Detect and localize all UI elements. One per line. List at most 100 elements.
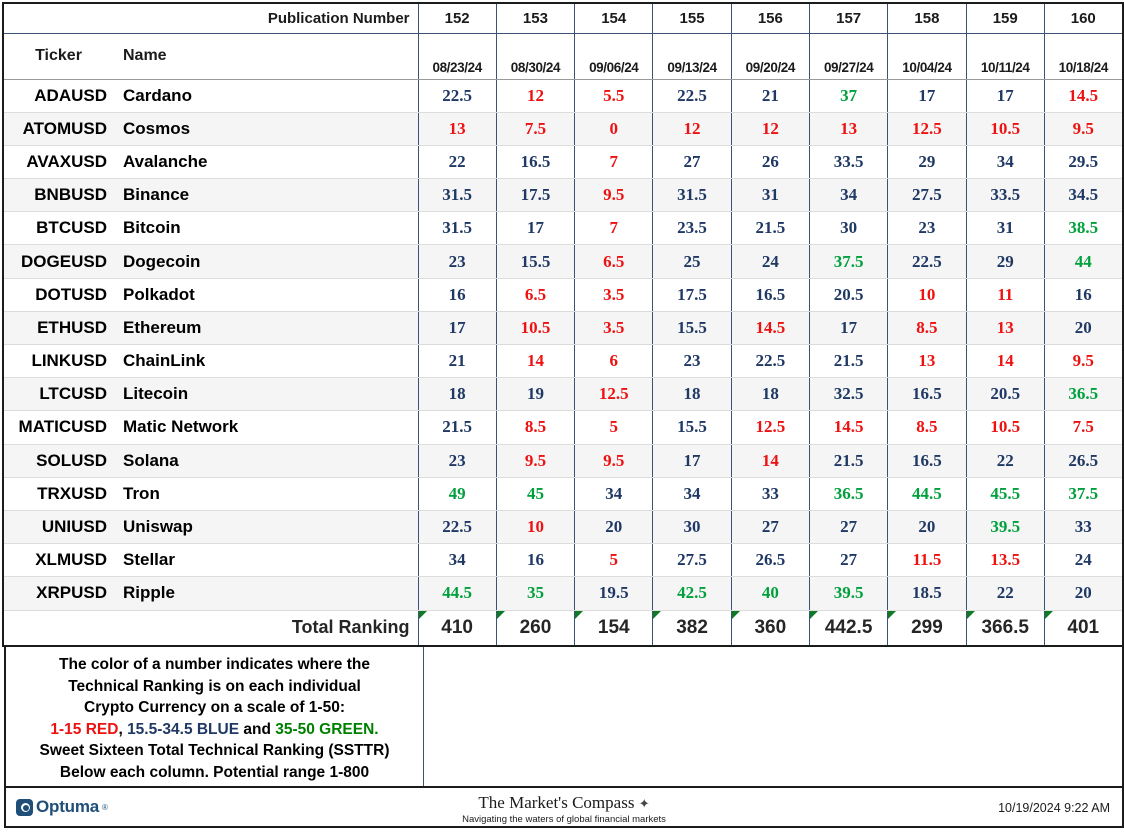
ranking-cell: 16.5	[731, 278, 810, 312]
ranking-cell: 15.5	[652, 311, 732, 346]
ranking-cell: 5	[574, 543, 654, 578]
name-cell: Tron	[113, 477, 419, 511]
ranking-cell: 27.5	[652, 543, 732, 578]
ranking-cell: 38.5	[1044, 211, 1123, 246]
table-row: TRXUSD Tron 49 45 34 34 33 36.5 44.5 45.5 37.5	[3, 477, 1123, 511]
ranking-cell: 10.5	[966, 410, 1045, 445]
ranking-cell: 16	[418, 278, 497, 312]
ranking-cell: 16	[496, 543, 576, 578]
ranking-cell: 17	[966, 79, 1045, 113]
legend-line-6: Below each column. Potential range 1-800	[59, 763, 370, 781]
note-corner-icon	[888, 610, 897, 619]
note-corner-icon	[496, 610, 505, 619]
page-footer: Optuma ® The Market's Compass ✦ Navigatin…	[4, 788, 1124, 828]
ranking-cell: 26.5	[731, 543, 810, 578]
ranking-cell: 45	[496, 477, 576, 511]
legend-red-range: 1-15 RED	[50, 720, 119, 738]
ranking-cell: 39.5	[966, 510, 1045, 545]
date-column-header: 10/04/24	[887, 32, 967, 80]
ranking-cell: 15.5	[652, 410, 732, 445]
total-ranking-cell: 299	[887, 609, 967, 647]
ranking-cell: 21.5	[731, 211, 810, 246]
ranking-cell: 27	[731, 510, 810, 545]
table-row: XLMUSD Stellar 34 16 5 27.5 26.5 27 11.5 13.5 24	[3, 543, 1123, 578]
ranking-cell: 14.5	[809, 410, 889, 445]
total-ranking-cell: 442.5	[809, 609, 889, 647]
ranking-cell: 10	[887, 278, 967, 312]
ranking-cell: 23.5	[652, 211, 732, 246]
name-cell: Litecoin	[113, 377, 419, 412]
ranking-cell: 22	[966, 576, 1045, 611]
ranking-cell: 33.5	[966, 178, 1045, 213]
table-header: Publication Number 152 153 154 155 156 1…	[3, 3, 1123, 80]
total-ranking-value: 299	[911, 616, 943, 638]
ranking-cell: 11.5	[887, 543, 967, 578]
total-ranking-value: 366.5	[981, 616, 1029, 638]
ticker-cell: ATOMUSD	[3, 112, 113, 146]
legend-line-5: Sweet Sixteen Total Technical Ranking (S…	[39, 742, 390, 759]
ranking-cell: 27	[652, 145, 732, 180]
ranking-cell: 21.5	[809, 344, 889, 379]
total-ranking-cell: 401	[1044, 609, 1123, 647]
ranking-cell: 26	[731, 145, 810, 180]
total-ranking-value: 260	[519, 616, 552, 638]
ranking-cell: 20.5	[966, 377, 1045, 412]
ranking-cell: 12	[496, 79, 576, 113]
table-row: LINKUSD ChainLink 21 14 6 23 22.5 21.5 13 14 9.5	[3, 344, 1123, 379]
ranking-cell: 13	[887, 344, 967, 379]
total-ranking-value: 442.5	[824, 616, 873, 638]
ranking-cell: 24	[1044, 543, 1123, 578]
ranking-cell: 31.5	[418, 211, 497, 246]
ranking-cell: 12.5	[887, 112, 967, 146]
legend-line-3: Crypto Currency on a scale of 1-50:	[84, 699, 345, 716]
table-row: AVAXUSD Avalanche 22 16.5 7 27 26 33.5 29 34 29.5	[3, 145, 1123, 180]
ranking-cell: 16	[1044, 278, 1123, 312]
ranking-cell: 13	[809, 112, 889, 146]
ranking-cell: 17	[809, 311, 889, 346]
ranking-cell: 21.5	[418, 410, 497, 445]
compass-title: The Market's Compass ✦	[462, 794, 666, 813]
ranking-cell: 16.5	[496, 145, 576, 180]
ranking-cell: 23	[652, 344, 732, 379]
ranking-cell: 17.5	[652, 278, 732, 312]
ranking-cell: 44.5	[887, 477, 967, 511]
ranking-cell: 45.5	[966, 477, 1045, 511]
ranking-cell: 18	[652, 377, 732, 412]
name-cell: Bitcoin	[113, 211, 419, 246]
ranking-cell: 14.5	[1044, 79, 1123, 113]
ranking-cell: 9.5	[1044, 344, 1123, 379]
ranking-cell: 6.5	[574, 244, 654, 279]
ranking-cell: 34	[809, 178, 889, 213]
ranking-cell: 12.5	[574, 377, 654, 412]
ticker-cell: BNBUSD	[3, 178, 113, 213]
ranking-cell: 22	[966, 444, 1045, 478]
ranking-cell: 9.5	[574, 444, 654, 478]
ranking-cell: 16.5	[887, 444, 967, 478]
name-cell: Binance	[113, 178, 419, 213]
ranking-cell: 8.5	[887, 410, 967, 445]
ranking-cell: 36.5	[1044, 377, 1123, 412]
ranking-cell: 22.5	[887, 244, 967, 279]
ranking-cell: 36.5	[809, 477, 889, 511]
ranking-cell: 9.5	[496, 444, 576, 478]
note-corner-icon	[653, 610, 662, 619]
ranking-cell: 34	[418, 543, 497, 578]
ranking-cell: 33	[1044, 510, 1123, 545]
legend-comma: ,	[118, 720, 128, 738]
legend-line-4: 1-15 RED, 15.5-34.5 BLUE and 35-50 GREEN…	[10, 719, 419, 741]
date-column-header: 09/06/24	[574, 32, 653, 80]
table-row: ADAUSD Cardano 22.5 12 5.5 22.5 21 37 17 17 14.5	[3, 79, 1123, 113]
name-cell: Uniswap	[113, 510, 419, 545]
ranking-cell: 20	[574, 510, 654, 545]
name-cell: Avalanche	[113, 145, 419, 180]
ranking-cell: 34	[574, 477, 654, 511]
publication-number-cell: 156	[731, 3, 810, 34]
ranking-cell: 31	[731, 178, 810, 213]
ranking-cell: 17	[652, 444, 732, 478]
ranking-cell: 7	[574, 211, 654, 246]
legend-and: and	[239, 720, 276, 738]
publication-number-label: Publication Number	[3, 3, 419, 34]
ranking-cell: 25	[652, 244, 732, 279]
table-row: DOGEUSD Dogecoin 23 15.5 6.5 25 24 37.5 22.5 29 44	[3, 244, 1123, 279]
ticker-cell: XRPUSD	[3, 576, 113, 611]
